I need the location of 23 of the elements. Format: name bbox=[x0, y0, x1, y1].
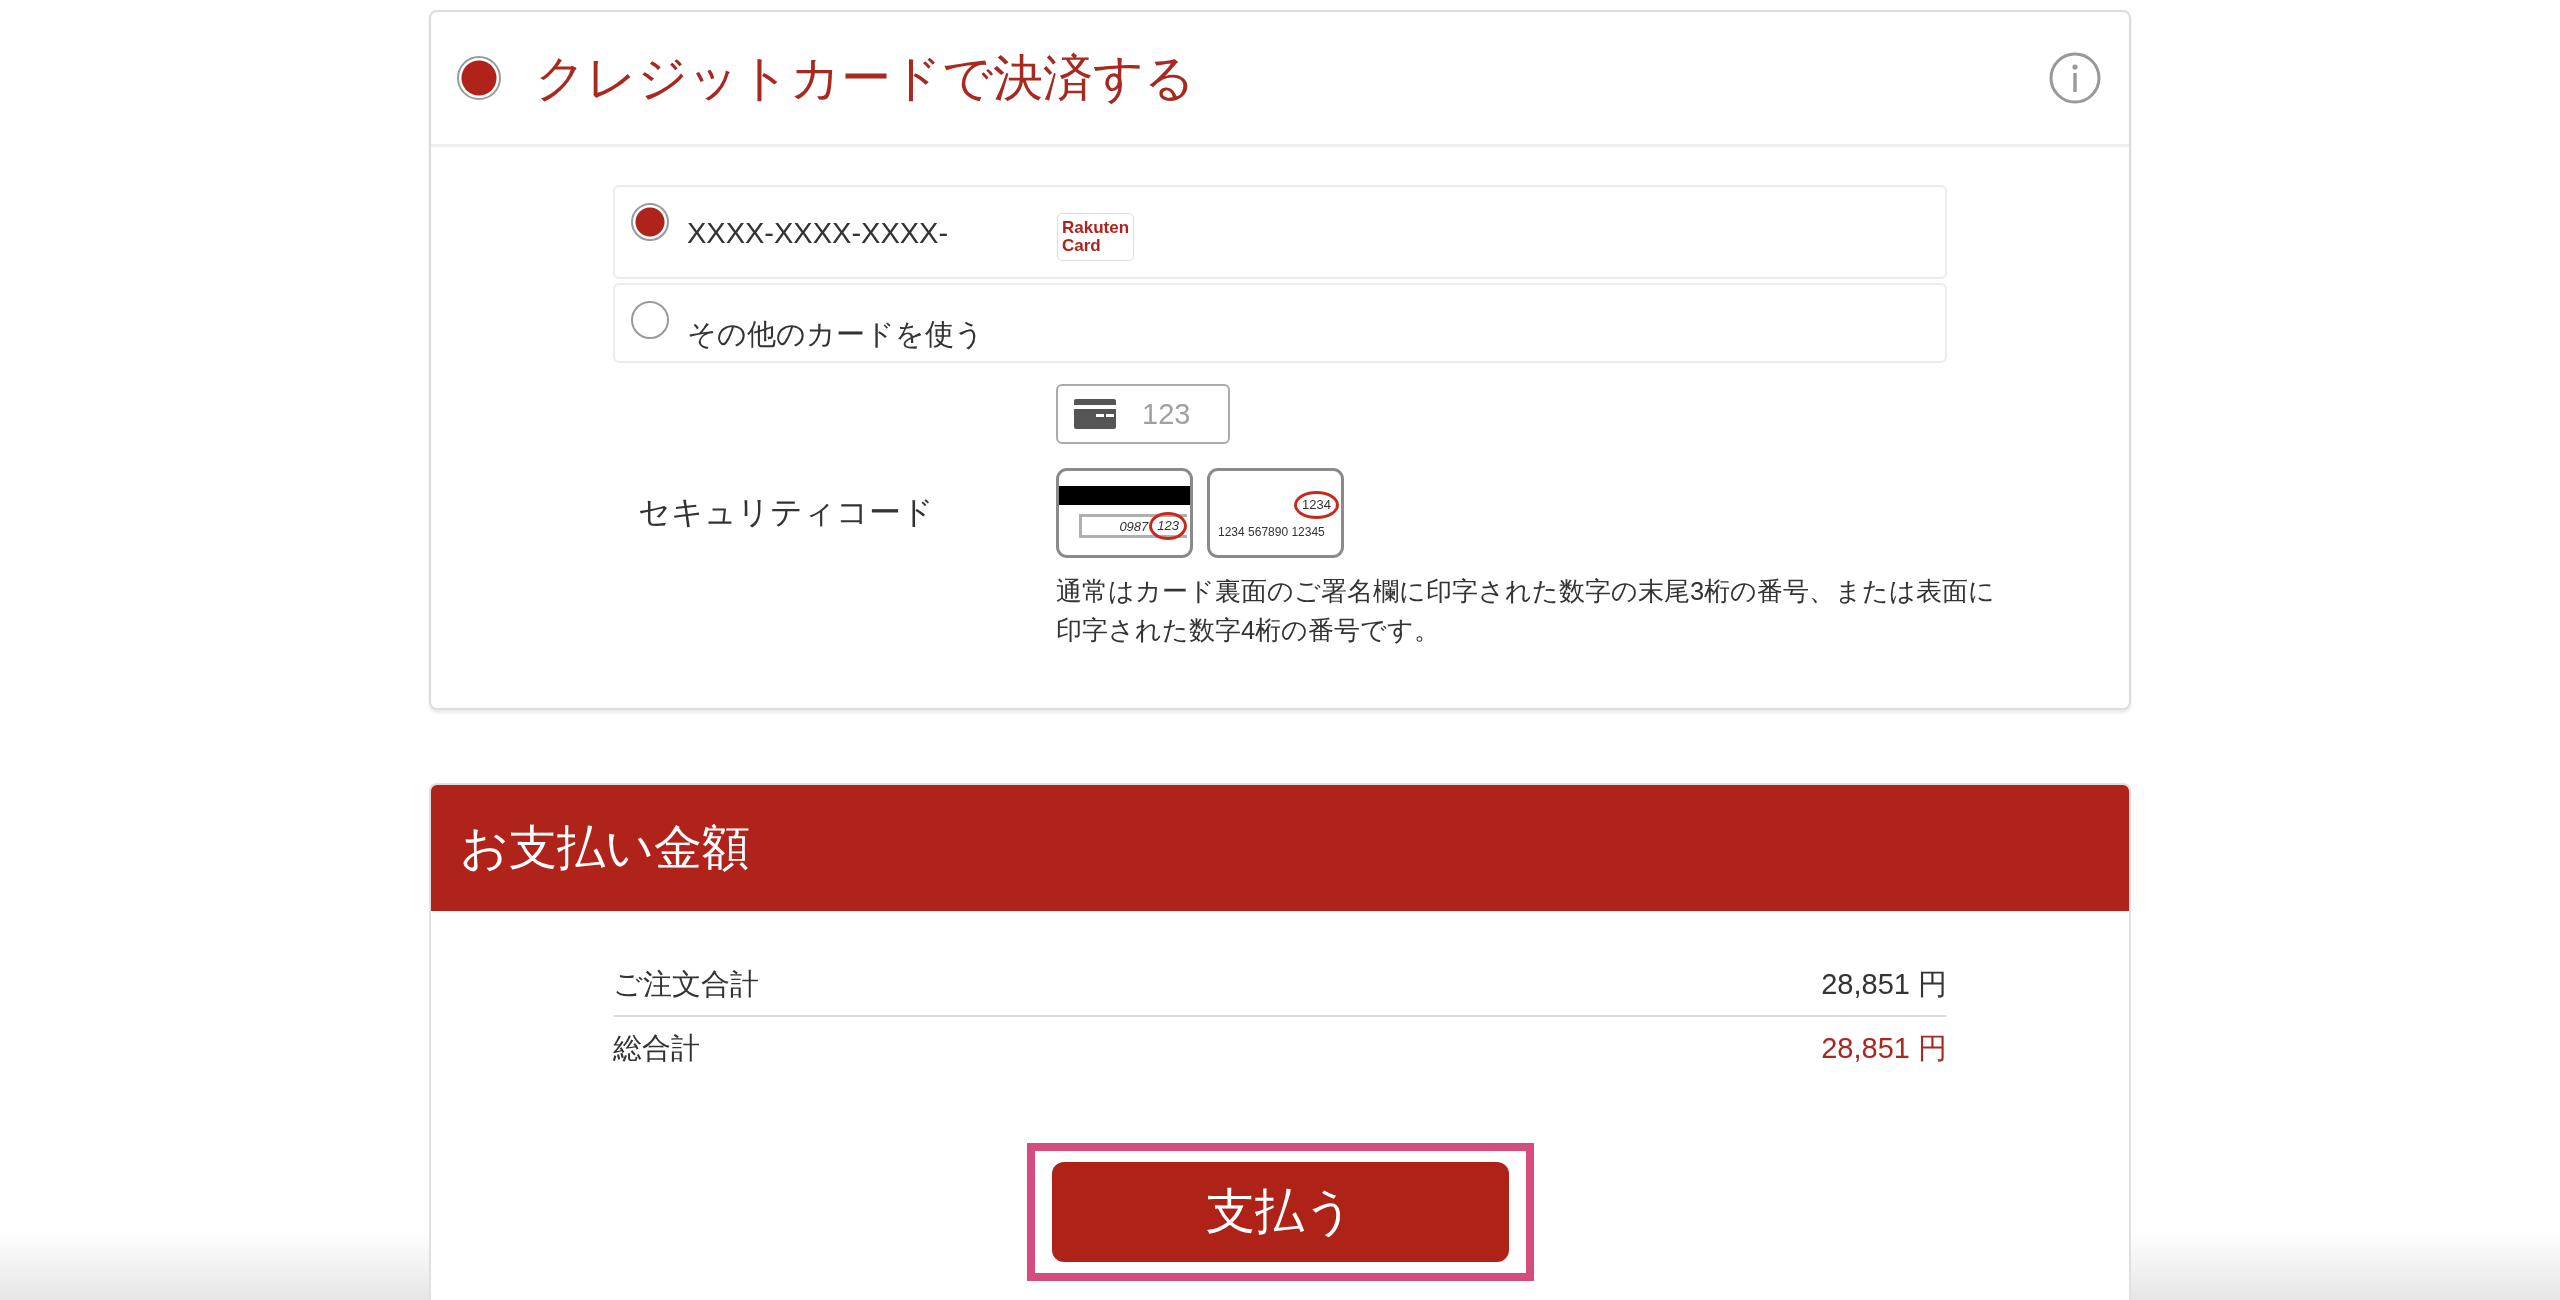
pay-button[interactable]: 支払う bbox=[1051, 1162, 1509, 1262]
signature-digits: 0987 bbox=[1119, 518, 1149, 534]
credit-card-icon bbox=[1074, 399, 1116, 429]
option-label: その他のカードを使う bbox=[687, 317, 985, 352]
circled-security-code: 1234 bbox=[1294, 491, 1339, 519]
card-option[interactable]: その他のカードを使う bbox=[613, 283, 1947, 363]
radio-button[interactable] bbox=[631, 203, 669, 241]
summary-label: ご注文合計 bbox=[613, 967, 759, 1001]
card-number: XXXX-XXXX-XXXX- bbox=[687, 217, 950, 250]
circled-security-code: 123 bbox=[1149, 512, 1187, 540]
summary-label: 総合計 bbox=[613, 1031, 700, 1065]
summary-amount: 28,851 円 bbox=[1821, 967, 1947, 1001]
card-option[interactable]: XXXX-XXXX-XXXX- Rakuten Card bbox=[613, 185, 1947, 279]
summary-amount: 28,851 円 bbox=[1821, 1031, 1947, 1065]
info-icon[interactable] bbox=[2049, 52, 2101, 104]
security-code-help: 通常はカード裏面のご署名欄に印字された数字の末尾3桁の番号、または表面に印字された数字4桁の番号です。 bbox=[1056, 576, 1997, 646]
card-brand-logo: Rakuten Card bbox=[1057, 213, 1134, 261]
security-code-label: セキュリティコード bbox=[638, 493, 934, 532]
card-number-sample: 1234 567890 12345 bbox=[1218, 525, 1325, 539]
radio-button[interactable] bbox=[631, 301, 669, 339]
summary-title: お支払い金額 bbox=[460, 820, 750, 876]
payment-method-title: クレジットカードで決済する bbox=[535, 48, 1196, 108]
radio-button[interactable] bbox=[457, 56, 501, 100]
